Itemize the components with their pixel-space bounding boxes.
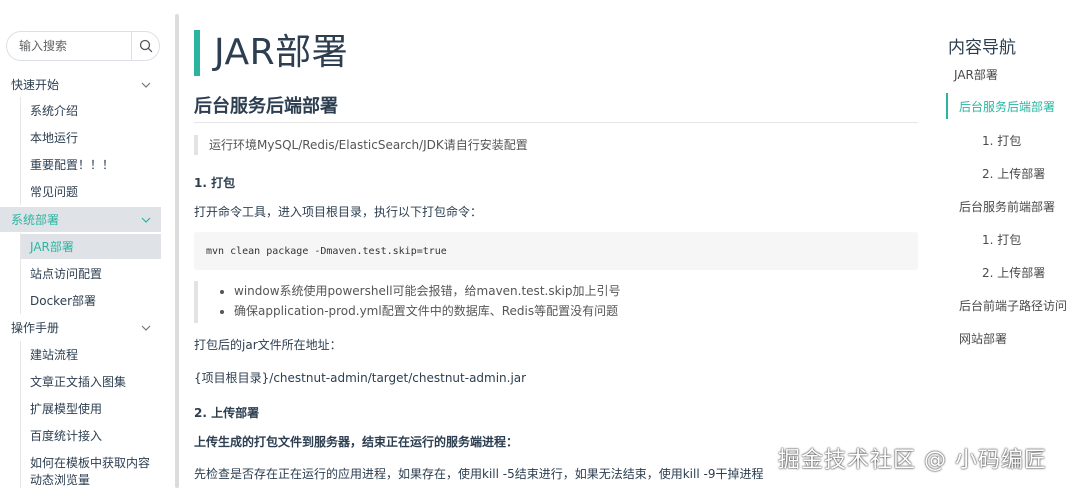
step2-heading: 2. 上传部署 bbox=[194, 406, 260, 420]
toc-item-frontend-subpath[interactable]: 后台前端子路径访问 bbox=[959, 297, 1067, 314]
chevron-down-icon bbox=[141, 82, 151, 88]
search-box bbox=[6, 31, 160, 61]
step2-description: 先检查是否存在正在运行的应用进程，如果存在，使用kill -5结束进行，如果无法… bbox=[194, 467, 764, 481]
sidebar-group-manual[interactable]: 操作手册 bbox=[0, 315, 161, 340]
toc-active-indicator bbox=[946, 93, 948, 119]
chevron-down-icon bbox=[141, 217, 151, 223]
notes-quote: window系统使用powershell可能会报错，给maven.test.sk… bbox=[194, 281, 918, 323]
sidebar-item-baidu-stats[interactable]: 百度统计接入 bbox=[21, 423, 161, 448]
toc-item-backend-deploy[interactable]: 后台服务后端部署 bbox=[959, 98, 1055, 115]
sidebar-item-docker-deploy[interactable]: Docker部署 bbox=[21, 288, 161, 313]
sidebar-item-faq[interactable]: 常见问题 bbox=[21, 179, 161, 204]
toc-item-website-deploy[interactable]: 网站部署 bbox=[959, 330, 1007, 347]
main-content: JAR部署 后台服务后端部署 运行环境MySQL/Redis/ElasticSe… bbox=[194, 0, 918, 488]
sidebar-item-important-config[interactable]: 重要配置！！！ bbox=[21, 152, 161, 177]
sidebar-item-extend-model[interactable]: 扩展模型使用 bbox=[21, 396, 161, 421]
sidebar-group-quick-start[interactable]: 快速开始 bbox=[0, 72, 161, 97]
list-item: window系统使用powershell可能会报错，给maven.test.sk… bbox=[234, 281, 918, 301]
watermark: 掘金技术社区 @ 小码编匠 bbox=[778, 448, 1047, 473]
page-title: JAR部署 bbox=[214, 32, 349, 73]
step1-description: 打开命令工具，进入项目根目录，执行以下打包命令： bbox=[194, 205, 483, 219]
toc-title: 内容导航 bbox=[948, 38, 1016, 58]
sidebar-item-local-run[interactable]: 本地运行 bbox=[21, 125, 161, 150]
list-item: 确保application-prod.yml配置文件中的数据库、Redis等配置… bbox=[234, 301, 918, 321]
search-button[interactable] bbox=[132, 32, 160, 60]
toc-item-frontend-upload[interactable]: 2. 上传部署 bbox=[982, 264, 1045, 281]
toc-item-backend-upload[interactable]: 2. 上传部署 bbox=[982, 165, 1045, 182]
sidebar-item-dynamic-views[interactable]: 如何在模板中获取内容动态浏览量 bbox=[21, 455, 156, 488]
code-block: mvn clean package -Dmaven.test.skip=true bbox=[194, 232, 918, 270]
toc-item-frontend-package[interactable]: 1. 打包 bbox=[982, 231, 1021, 248]
notes-list: window系统使用powershell可能会报错，给maven.test.sk… bbox=[222, 281, 918, 321]
sidebar: 快速开始 系统介绍 本地运行 重要配置！！！ 常见问题 系统部署 JAR部署 站… bbox=[0, 0, 172, 488]
section-divider bbox=[194, 122, 918, 123]
toc-item-backend-package[interactable]: 1. 打包 bbox=[982, 132, 1021, 149]
step1-heading: 1. 打包 bbox=[194, 176, 236, 190]
env-note-quote: 运行环境MySQL/Redis/ElasticSearch/JDK请自行安装配置 bbox=[194, 135, 918, 155]
step2-bold-text: 上传生成的打包文件到服务器，结束正在运行的服务端进程： bbox=[194, 435, 519, 449]
search-input[interactable] bbox=[19, 32, 129, 60]
toc-item-frontend-deploy[interactable]: 后台服务前端部署 bbox=[959, 198, 1055, 215]
sidebar-group-system-deploy[interactable]: 系统部署 bbox=[0, 207, 161, 232]
toc-panel: 内容导航 JAR部署 后台服务后端部署 1. 打包 2. 上传部署 后台服务前端… bbox=[946, 0, 1080, 488]
sidebar-scrollbar[interactable] bbox=[175, 14, 179, 488]
sidebar-item-site-flow[interactable]: 建站流程 bbox=[21, 342, 161, 367]
sidebar-group-label: 操作手册 bbox=[11, 321, 60, 335]
section-title: 后台服务后端部署 bbox=[194, 96, 338, 117]
title-accent-bar bbox=[194, 30, 200, 76]
search-icon bbox=[139, 39, 153, 53]
jar-location-label: 打包后的jar文件所在地址： bbox=[194, 338, 342, 352]
sidebar-item-system-intro[interactable]: 系统介绍 bbox=[21, 98, 161, 123]
toc-item-jar-deploy[interactable]: JAR部署 bbox=[954, 66, 998, 83]
sidebar-item-article-gallery[interactable]: 文章正文插入图集 bbox=[21, 369, 161, 394]
jar-path: {项目根目录}/chestnut-admin/target/chestnut-a… bbox=[194, 371, 527, 385]
sidebar-item-jar-deploy[interactable]: JAR部署 bbox=[21, 234, 161, 259]
sidebar-group-label: 快速开始 bbox=[11, 78, 60, 92]
chevron-down-icon bbox=[141, 325, 151, 331]
sidebar-group-label: 系统部署 bbox=[11, 213, 60, 227]
sidebar-item-site-access[interactable]: 站点访问配置 bbox=[21, 261, 161, 286]
